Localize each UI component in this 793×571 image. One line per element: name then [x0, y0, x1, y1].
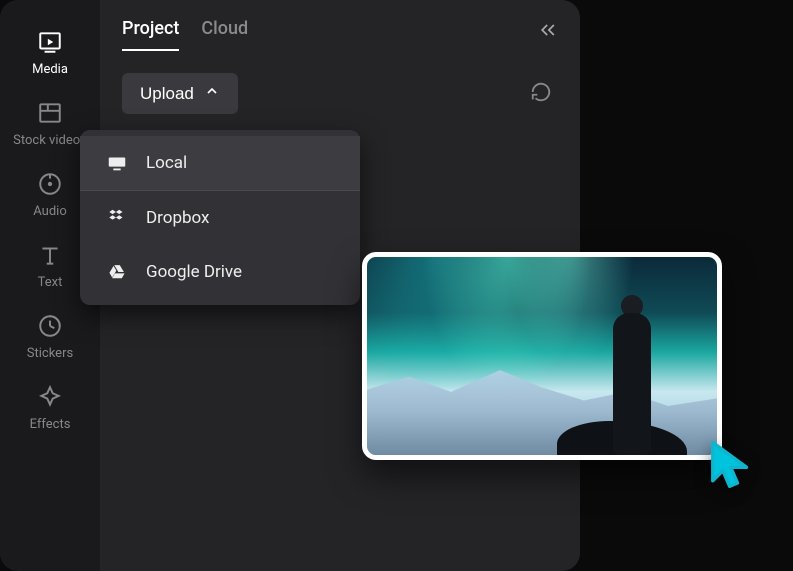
sidebar-item-label: Media [32, 62, 68, 77]
cursor-pointer-icon [706, 438, 760, 496]
media-preview-thumbnail[interactable] [362, 252, 722, 460]
tab-project[interactable]: Project [122, 18, 179, 51]
sidebar-item-label: Effects [30, 417, 71, 432]
upload-option-label: Local [146, 153, 187, 173]
sidebar-item-effects[interactable]: Effects [6, 373, 94, 440]
collapse-panel-icon[interactable] [538, 20, 558, 44]
upload-option-label: Google Drive [146, 262, 242, 282]
upload-button-label: Upload [140, 84, 194, 104]
upload-button[interactable]: Upload [122, 73, 238, 114]
audio-icon [36, 170, 64, 198]
action-row: Upload [122, 73, 558, 114]
sidebar-item-label: Stock videos [13, 133, 87, 148]
dropbox-icon [106, 207, 128, 229]
sidebar-item-label: Text [38, 275, 63, 290]
upload-dropdown: Local Dropbox Google Drive [80, 130, 360, 305]
person-silhouette [605, 295, 659, 455]
refresh-button[interactable] [524, 75, 558, 113]
stickers-icon [36, 312, 64, 340]
sidebar-item-label: Stickers [27, 346, 73, 361]
upload-option-google-drive[interactable]: Google Drive [80, 245, 360, 299]
stock-videos-icon [36, 99, 64, 127]
sidebar-item-media[interactable]: Media [6, 18, 94, 85]
tab-row: Project Cloud [122, 18, 558, 51]
local-icon [106, 152, 128, 174]
sidebar-item-label: Audio [33, 204, 66, 219]
media-icon [36, 28, 64, 56]
upload-option-local[interactable]: Local [80, 136, 360, 191]
sidebar-item-stickers[interactable]: Stickers [6, 302, 94, 369]
text-icon [36, 241, 64, 269]
tab-cloud[interactable]: Cloud [201, 18, 248, 51]
google-drive-icon [106, 261, 128, 283]
upload-option-label: Dropbox [146, 208, 210, 228]
chevron-up-icon [204, 83, 220, 104]
upload-option-dropbox[interactable]: Dropbox [80, 191, 360, 245]
effects-icon [36, 383, 64, 411]
